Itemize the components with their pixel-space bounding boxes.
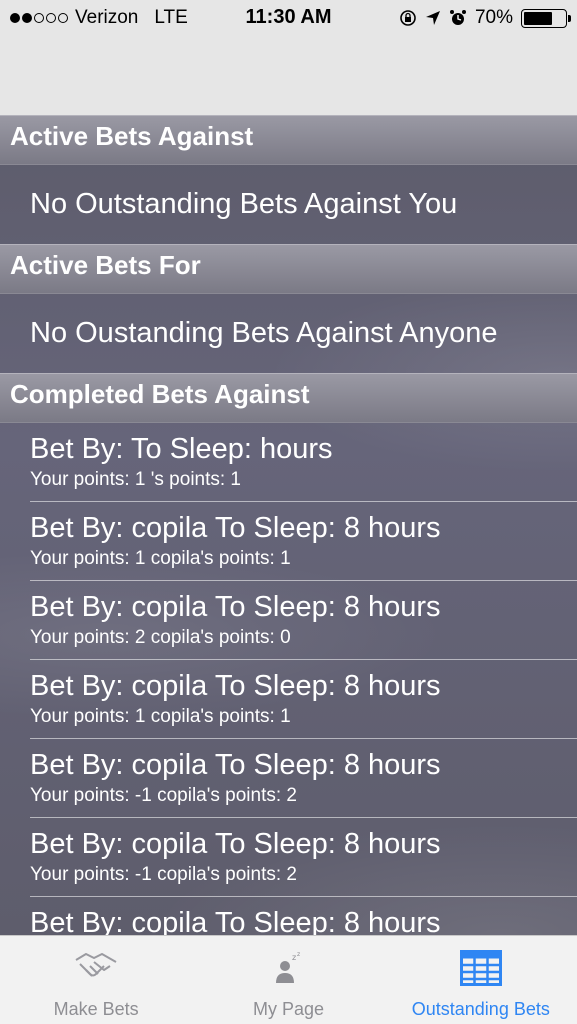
tab-label: Make Bets bbox=[53, 999, 139, 1019]
bet-title: Bet By: copila To Sleep: 8 hours bbox=[30, 907, 441, 935]
bet-row[interactable]: Bet By: copila To Sleep: 8 hours Your po… bbox=[30, 581, 577, 660]
bet-points: Your points: 1 's points: 1 bbox=[30, 469, 242, 490]
bet-points: Your points: 2 copila's points: 0 bbox=[30, 627, 291, 648]
bet-row[interactable]: Bet By: copila To Sleep: 8 hours Your po… bbox=[30, 739, 577, 818]
empty-message-active-for: No Oustanding Bets Against Anyone bbox=[30, 317, 498, 349]
bet-row[interactable]: Bet By: copila To Sleep: 8 hours Your po… bbox=[30, 660, 577, 739]
bet-title: Bet By: copila To Sleep: 8 hours bbox=[30, 749, 441, 781]
section-header-active-for: Active Bets For bbox=[0, 244, 577, 294]
bet-title: Bet By: copila To Sleep: 8 hours bbox=[30, 670, 441, 702]
bet-points: Your points: -1 copila's points: 2 bbox=[30, 864, 297, 885]
section-header-active-against: Active Bets Against bbox=[0, 115, 577, 165]
bet-row[interactable]: Bet By: copila To Sleep: 8 hours Your po… bbox=[30, 502, 577, 581]
svg-text:z: z bbox=[292, 953, 296, 962]
bet-points: Your points: 1 copila's points: 1 bbox=[30, 548, 291, 569]
bet-row[interactable]: Bet By: copila To Sleep: 8 hours Your po… bbox=[30, 818, 577, 897]
tab-bar: Make Bets z z My Page Outstanding Bets bbox=[0, 935, 577, 1024]
bet-points: Your points: -1 copila's points: 2 bbox=[30, 785, 297, 806]
bet-row[interactable]: Bet By: To Sleep: hours Your points: 1 '… bbox=[30, 423, 577, 502]
tab-label: My Page bbox=[252, 999, 325, 1019]
bet-title: Bet By: To Sleep: hours bbox=[30, 433, 333, 465]
bet-title: Bet By: copila To Sleep: 8 hours bbox=[30, 591, 441, 623]
table-icon bbox=[459, 950, 502, 986]
tab-make-bets[interactable]: Make Bets bbox=[0, 936, 192, 1024]
tab-label: Outstanding Bets bbox=[411, 999, 550, 1019]
alarm-icon bbox=[449, 10, 466, 25]
tab-outstanding-bets[interactable]: Outstanding Bets bbox=[385, 936, 577, 1024]
rotation-lock-icon bbox=[400, 10, 416, 26]
status-indicators: 70% bbox=[399, 7, 571, 29]
battery-percentage: 70% bbox=[474, 7, 513, 28]
bet-points: Your points: 1 copila's points: 1 bbox=[30, 706, 291, 727]
bet-row[interactable]: Bet By: copila To Sleep: 8 hours bbox=[30, 897, 577, 935]
tab-my-page[interactable]: z z My Page bbox=[192, 936, 384, 1024]
bet-title: Bet By: copila To Sleep: 8 hours bbox=[30, 828, 441, 860]
person-sleeping-icon: z z bbox=[276, 951, 301, 983]
location-arrow-icon bbox=[425, 11, 440, 25]
status-bar: Verizon LTE 11:30 AM 70% bbox=[0, 0, 577, 38]
section-header-completed-against: Completed Bets Against bbox=[0, 373, 577, 423]
bet-title: Bet By: copila To Sleep: 8 hours bbox=[30, 512, 441, 544]
handshake-icon bbox=[75, 953, 117, 977]
navigation-bar bbox=[0, 38, 577, 115]
empty-message-active-against: No Outstanding Bets Against You bbox=[30, 188, 458, 220]
bets-list[interactable]: Active Bets Against No Outstanding Bets … bbox=[0, 115, 577, 935]
battery-icon bbox=[521, 8, 571, 28]
svg-text:z: z bbox=[297, 951, 300, 958]
